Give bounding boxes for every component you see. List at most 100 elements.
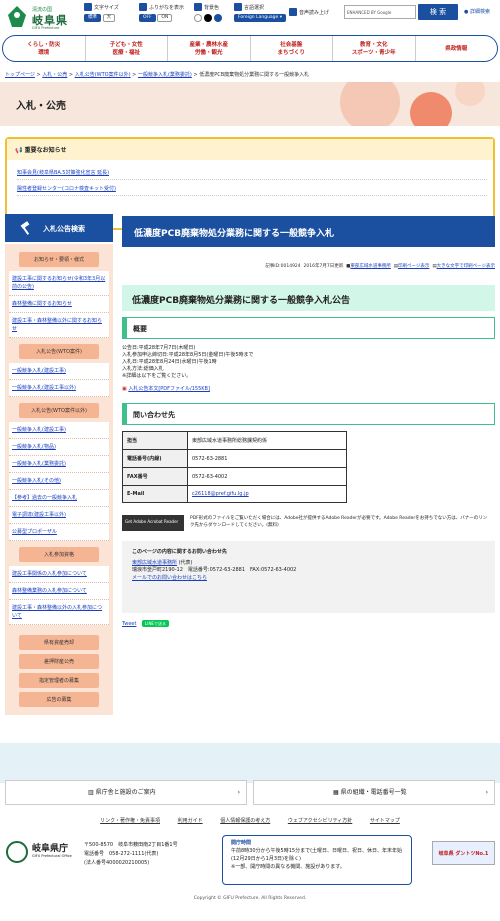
- table-value: 0572-63-2881: [187, 449, 347, 468]
- dept-link[interactable]: 東部広域水道事務所: [350, 264, 391, 269]
- breadcrumb-link[interactable]: 一般競争入札(業務委託): [138, 72, 192, 78]
- furigana-on-button[interactable]: ON: [157, 14, 173, 22]
- org-directory-label: 県の組織・電話番号一覧: [340, 789, 407, 796]
- font-size-icon: [84, 3, 92, 11]
- detail-search-label: 詳細検索: [469, 9, 490, 15]
- bg-white-button[interactable]: [194, 14, 202, 22]
- sidebar-button-ads[interactable]: 広告の募集: [19, 692, 99, 707]
- gnav-line1: 県政情報: [445, 46, 468, 52]
- overview-heading: 概要: [122, 317, 495, 339]
- breadcrumb-link[interactable]: 入札・公売: [42, 72, 67, 78]
- sidebar-link[interactable]: 一般競争入札(その他): [9, 473, 109, 490]
- breadcrumb-link[interactable]: トップページ: [5, 72, 35, 78]
- footer-nav-link[interactable]: 個人情報保護の考え方: [220, 818, 270, 824]
- footer-nav-link[interactable]: サイトマップ: [370, 818, 400, 824]
- language-select[interactable]: Foreign Language ▾: [234, 14, 286, 22]
- sidebar-link[interactable]: 一般競争入札(建設工事以外): [9, 380, 109, 397]
- notice-item: 知事会見(岐阜県BA.5対策強化宣言 延長): [17, 169, 487, 180]
- overview-line: 入札方法:総価入札: [122, 366, 164, 372]
- email-link[interactable]: c26118@pref.gifu.lg.jp: [192, 491, 249, 497]
- font-size-std-button[interactable]: 標準: [84, 14, 101, 22]
- sidebar-button-manager[interactable]: 指定管理者の募集: [19, 673, 99, 688]
- table-row: 電話番号(内線) 0572-63-2881: [122, 449, 347, 468]
- org-directory-button[interactable]: ▦ 県の組織・電話番号一覧 ›: [253, 780, 495, 805]
- logo-en: GIFU Prefecture: [32, 26, 60, 30]
- adobe-text: PDF形式のファイルをご覧いただく場合には、Adobe社が提供するAdobe R…: [190, 516, 488, 528]
- table-value: 0572-63-4002: [187, 467, 347, 486]
- detail-search-link[interactable]: ● 詳細検索: [464, 8, 490, 15]
- sidebar-link[interactable]: 建設工事に関するお知らせ(令和3年3月以前の公告): [9, 271, 109, 296]
- site-logo[interactable]: 清流の国 岐阜県 GIFU Prefecture: [6, 3, 78, 31]
- print-link[interactable]: 印刷ページ表示: [398, 264, 429, 269]
- table-key: 電話番号(内線): [122, 449, 188, 468]
- pdf-link[interactable]: 入札公告本文[PDFファイル/155KB]: [128, 386, 210, 392]
- chevron-right-icon: ›: [237, 789, 240, 796]
- sidebar-link[interactable]: 一般競争入札(物品): [9, 439, 109, 456]
- notice-item: 陽性者登録センター(コロナ検査キット受付): [17, 185, 487, 196]
- sidebar-link[interactable]: 建設工事・森林整備以外の入札参加について: [9, 600, 109, 625]
- inquiry-mail-link[interactable]: メールでのお問い合わせはこちら: [132, 575, 207, 581]
- building-icon: ▥: [87, 789, 94, 796]
- sidebar-group-label: お知らせ・要領・様式: [19, 252, 99, 267]
- main-content: 低濃度PCB廃棄物処分業務に関する一般競争入札 記事ID:0014924 201…: [122, 216, 495, 627]
- footer-nav-link[interactable]: リンク・著作権・免責事項: [100, 818, 160, 824]
- sidebar-link[interactable]: 公募型プロポーザル: [9, 524, 109, 541]
- voice-readout-button[interactable]: 音声読み上げ: [289, 8, 329, 16]
- notice-link[interactable]: 知事会見(岐阜県BA.5対策強化宣言 延長): [17, 170, 109, 176]
- gnav-item-industry[interactable]: 産業・農林水産 労働・観光: [168, 36, 251, 61]
- footer-nav-link[interactable]: 利用ガイド: [178, 818, 203, 824]
- inquiry-dept-link[interactable]: 東部広域水道事務所: [132, 560, 177, 566]
- bg-black-button[interactable]: [204, 14, 212, 22]
- breadcrumb-sep: >: [36, 72, 41, 78]
- globe-icon: [234, 3, 242, 11]
- banner-title: 入札・公売: [16, 101, 66, 112]
- line-share-button[interactable]: LINEで送る: [142, 620, 169, 627]
- large-print-link[interactable]: 大きな文字で印刷ページ表示: [437, 264, 495, 269]
- gnav-line2: 環境: [38, 50, 50, 56]
- inquiry-box: このページの内容に関するお問い合わせ先 東部広域水道事務所 (代表) 瑞浪市釜戸…: [122, 541, 495, 613]
- gnav-item-welfare[interactable]: 子ども・女性 医療・福祉: [86, 36, 168, 61]
- overview-line: 入札日:平成28年8月24日(水曜日)午後1時: [122, 359, 217, 365]
- sidebar-link[interactable]: 一般競争入札(建設工事): [9, 422, 109, 439]
- gnav-item-infra[interactable]: 社会基盤 まちづくり: [251, 36, 333, 61]
- sidebar-button-auction[interactable]: 差押財産公売: [19, 654, 99, 669]
- palette-icon: [194, 3, 202, 11]
- promo-banner[interactable]: 岐阜県 ダントツNo.1: [432, 841, 495, 865]
- sidebar-link[interactable]: 【参考】過去の一般競争入札: [9, 490, 109, 507]
- gnav-item-life[interactable]: くらし・防災 環境: [3, 36, 86, 61]
- record-id: 記事ID:0014924: [265, 264, 301, 269]
- bg-blue-button[interactable]: [214, 14, 222, 22]
- table-value: c26118@pref.gifu.lg.jp: [187, 485, 347, 503]
- adobe-reader-badge[interactable]: Get Adobe Acrobat Reader: [122, 515, 184, 531]
- search-button[interactable]: 検 索: [418, 4, 458, 20]
- notice-title: 重要なお知らせ: [24, 147, 67, 154]
- sidebar-link[interactable]: 建設工事・森林整備以外に関するお知らせ: [9, 313, 109, 338]
- facility-guide-button[interactable]: ▥ 県庁舎と施設のご案内 ›: [5, 780, 247, 805]
- sidebar-link[interactable]: 建設工事関係の入札参加について: [9, 566, 109, 583]
- hours-note: ※一部、開庁時間の異なる機関、施設があります。: [231, 864, 345, 870]
- font-size-large-button[interactable]: 大: [102, 14, 116, 22]
- article-meta: 記事ID:0014924 2016年7月7日更新 ■東部広域水道事務所 ▤印刷ペ…: [122, 263, 495, 269]
- gnav-item-education[interactable]: 教育・文化 スポーツ・青少年: [333, 36, 416, 61]
- hours-title: 開庁時間: [231, 840, 252, 846]
- inquiry-title: このページの内容に関するお問い合わせ先: [132, 549, 227, 555]
- banner-decoration: [455, 82, 485, 106]
- table-key: 担当: [122, 431, 188, 450]
- sidebar-link[interactable]: 一般競争入札(建設工事): [9, 363, 109, 380]
- sidebar: 入札公告検索 お知らせ・要領・様式 建設工事に関するお知らせ(令和3年3月以前の…: [5, 214, 113, 715]
- search-input[interactable]: ENHANCED BY Google: [344, 5, 416, 19]
- sidebar-link[interactable]: 森林整備業務の入札参加について: [9, 583, 109, 600]
- gnav-item-govt[interactable]: 県政情報: [416, 36, 498, 61]
- sidebar-button-asset[interactable]: 県有資産売却: [19, 635, 99, 650]
- notice-link[interactable]: 陽性者登録センター(コロナ検査キット受付): [17, 186, 116, 192]
- tweet-button[interactable]: Tweet: [122, 621, 136, 627]
- breadcrumb-link[interactable]: 入札公告(WTO案件以外): [75, 72, 131, 78]
- footer-nav: リンク・著作権・免責事項 利用ガイド 個人情報保護の考え方 ウェブアクセシビリテ…: [0, 817, 500, 824]
- sidebar-link[interactable]: 一般競争入札(業務委託): [9, 456, 109, 473]
- sidebar-link[interactable]: 森林整備に関するお知らせ: [9, 296, 109, 313]
- footer-nav-link[interactable]: ウェブアクセシビリティ方針: [288, 818, 352, 824]
- sidebar-link[interactable]: 電子調達(建設工事以外): [9, 507, 109, 524]
- office-address: 〒500-8570 岐阜市薮田南2丁目1番1号: [84, 842, 178, 848]
- furigana-off-button[interactable]: OFF: [139, 14, 156, 22]
- gnav-line2: 医療・福祉: [112, 50, 140, 56]
